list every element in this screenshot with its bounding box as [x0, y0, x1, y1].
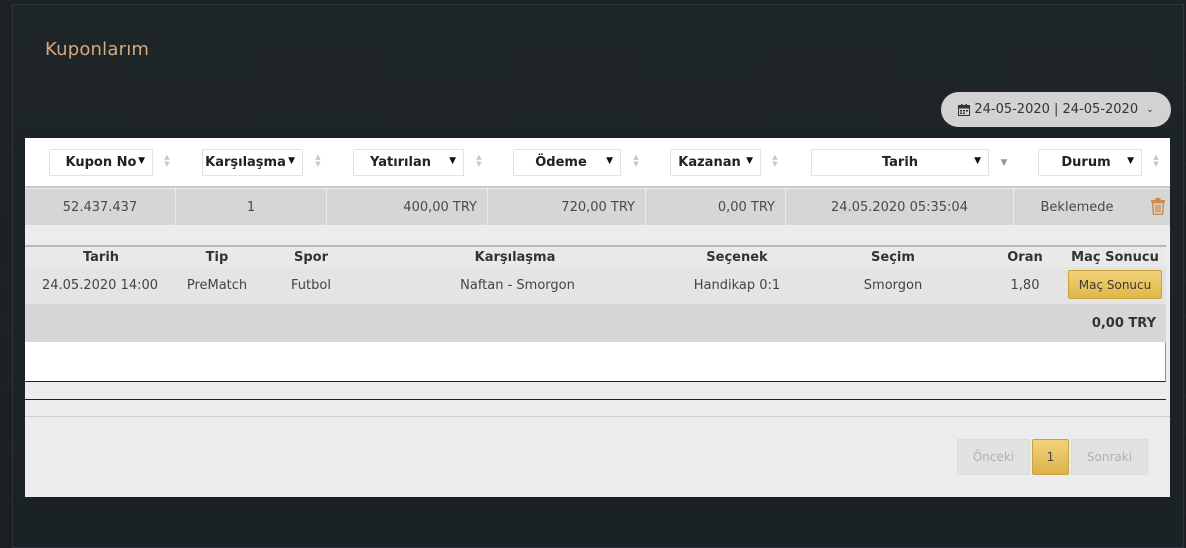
- filter-karsilasma[interactable]: Karşılaşma ▼: [202, 149, 303, 176]
- filter-label: Yatırılan: [369, 155, 431, 170]
- sort-icon[interactable]: ▲ ▼: [475, 154, 483, 170]
- filter-durum[interactable]: Durum ▼: [1038, 149, 1142, 176]
- cell-tarih: 24.05.2020 14:00: [41, 278, 159, 293]
- cell-secenek: Handikap 0:1: [693, 278, 781, 293]
- caret-down-icon: ▼: [1127, 156, 1134, 166]
- calendar-icon: [958, 103, 971, 116]
- col-tarih: Tarih: [82, 250, 120, 265]
- col-mac-sonucu: Maç Sonucu: [1071, 250, 1159, 265]
- status-badge: Beklemede: [1040, 199, 1114, 215]
- filter-row: Kupon No ▼ ▲ ▼ Karşılaşma ▼ ▲ ▼ Yatırılan …: [25, 138, 1170, 188]
- total-value: 0,00 TRY: [1091, 316, 1156, 331]
- filter-odeme[interactable]: Ödeme ▼: [513, 149, 621, 176]
- pagination-next-button[interactable]: Sonraki: [1071, 439, 1148, 475]
- filter-tarih[interactable]: Tarih ▼: [811, 149, 989, 176]
- filter-label: Tarih: [881, 155, 919, 170]
- empty-row: [25, 342, 1166, 382]
- date-range-picker[interactable]: 24-05-2020 | 24-05-2020 ⌄: [941, 92, 1171, 127]
- filter-label: Kupon No: [65, 155, 137, 170]
- col-spor: Spor: [293, 250, 328, 265]
- sort-desc-icon[interactable]: ▼: [1000, 159, 1008, 176]
- caret-down-icon: ▼: [449, 156, 456, 166]
- match-result-button[interactable]: Maç Sonucu: [1068, 270, 1162, 299]
- filter-kupon-no[interactable]: Kupon No ▼: [49, 149, 153, 176]
- caret-down-icon: ▼: [288, 156, 295, 166]
- coupon-row[interactable]: 52.437.437 1 400,00 TRY 720,00 TRY 0,00 …: [25, 189, 1170, 225]
- cell-kupon-no: 52.437.437: [25, 189, 176, 225]
- cell-karsilasma: Naftan - Smorgon: [460, 278, 575, 293]
- col-tip: Tip: [205, 250, 229, 265]
- cell-oran: 1,80: [1010, 278, 1040, 293]
- col-secim: Seçim: [871, 250, 915, 265]
- sort-icon[interactable]: ▲ ▼: [771, 154, 779, 170]
- filter-label: Ödeme: [535, 155, 587, 170]
- table-row: 24.05.2020 14:00 PreMatch Futbol Naftan …: [25, 267, 1166, 305]
- cell-spor: Futbol: [291, 278, 331, 293]
- cell-karsilasma: 1: [176, 189, 327, 225]
- divider: [25, 399, 1166, 400]
- filter-label: Kazanan: [678, 155, 741, 170]
- coupons-table-card: Kupon No ▼ ▲ ▼ Karşılaşma ▼ ▲ ▼ Yatırılan …: [25, 138, 1170, 497]
- filter-label: Durum: [1061, 155, 1111, 170]
- caret-down-icon: ▼: [746, 156, 753, 166]
- pagination-prev-button[interactable]: Önceki: [957, 439, 1030, 475]
- filter-label: Karşılaşma: [205, 155, 286, 170]
- col-karsilasma: Karşılaşma: [474, 250, 556, 265]
- cell-yatirilan: 400,00 TRY: [327, 189, 488, 225]
- trash-icon[interactable]: [1151, 198, 1165, 216]
- pagination-page-button[interactable]: 1: [1032, 439, 1069, 475]
- divider: [25, 416, 1170, 417]
- caret-down-icon: ▼: [138, 156, 145, 166]
- sort-icon[interactable]: ▲ ▼: [314, 154, 322, 170]
- sort-icon[interactable]: ▲ ▼: [632, 154, 640, 170]
- cell-secim: Smorgon: [863, 278, 923, 293]
- sort-icon[interactable]: ▲ ▼: [1152, 154, 1160, 170]
- cell-odeme: 720,00 TRY: [488, 189, 646, 225]
- col-oran: Oran: [1007, 250, 1043, 265]
- caret-down-icon: ▼: [606, 156, 613, 166]
- cell-kazanan: 0,00 TRY: [646, 189, 786, 225]
- page-title: Kuponlarım: [45, 39, 150, 60]
- filter-yatirilan[interactable]: Yatırılan ▼: [353, 149, 464, 176]
- col-secenek: Seçenek: [706, 250, 768, 265]
- total-row: 0,00 TRY: [25, 305, 1166, 342]
- chevron-down-icon: ⌄: [1146, 104, 1154, 115]
- cell-tip: PreMatch: [186, 278, 248, 293]
- date-range-label: 24-05-2020 | 24-05-2020: [974, 102, 1139, 117]
- sort-icon[interactable]: ▲ ▼: [163, 154, 171, 170]
- cell-tarih: 24.05.2020 05:35:04: [786, 189, 1014, 225]
- caret-down-icon: ▼: [974, 156, 981, 166]
- detail-table-header: Tarih Tip Spor Karşılaşma Seçenek Seçim …: [25, 245, 1166, 267]
- filter-kazanan[interactable]: Kazanan ▼: [670, 149, 761, 176]
